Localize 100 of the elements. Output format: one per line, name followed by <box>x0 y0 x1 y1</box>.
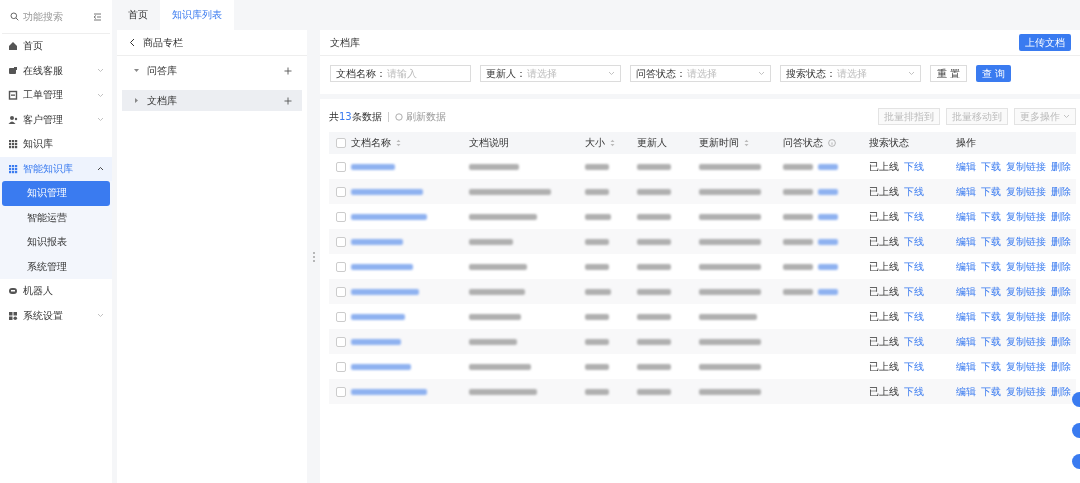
blurred-link[interactable] <box>818 288 838 295</box>
tree-item[interactable]: 文档库 <box>122 90 302 111</box>
sidebar-item[interactable]: 知识库 <box>0 132 112 157</box>
sidebar-item[interactable]: 机器人 <box>0 279 112 304</box>
blurred-link[interactable] <box>351 363 411 370</box>
action-link[interactable]: 删除 <box>1051 184 1071 199</box>
action-link[interactable]: 编辑 <box>956 159 976 174</box>
action-link[interactable]: 复制链接 <box>1006 384 1046 399</box>
action-link[interactable]: 删除 <box>1051 259 1071 274</box>
action-link[interactable]: 下线 <box>904 259 924 274</box>
blurred-link[interactable] <box>351 338 401 345</box>
refresh-link[interactable]: 刷新数据 <box>394 109 446 124</box>
action-link[interactable]: 下载 <box>981 359 1001 374</box>
action-link[interactable]: 删除 <box>1051 309 1071 324</box>
blurred-link[interactable] <box>351 388 427 395</box>
action-link[interactable]: 编辑 <box>956 359 976 374</box>
action-link[interactable]: 下载 <box>981 209 1001 224</box>
sidebar-subitem[interactable]: 知识报表 <box>2 230 110 255</box>
reset-button[interactable]: 重 置 <box>930 65 968 82</box>
sidebar-item[interactable]: 客户管理 <box>0 107 112 132</box>
checkbox[interactable] <box>336 261 346 272</box>
refresh-icon[interactable] <box>394 112 403 121</box>
checkbox[interactable] <box>336 336 346 347</box>
tab[interactable]: 知识库列表 <box>160 0 234 30</box>
action-link[interactable]: 下线 <box>904 184 924 199</box>
sort-icon[interactable] <box>396 139 401 147</box>
action-link[interactable]: 下载 <box>981 309 1001 324</box>
blurred-link[interactable] <box>351 288 419 295</box>
sort-icon[interactable] <box>610 139 615 147</box>
blurred-link[interactable] <box>818 188 838 195</box>
checkbox[interactable] <box>336 211 346 222</box>
action-link[interactable]: 下线 <box>904 209 924 224</box>
blurred-link[interactable] <box>818 163 838 170</box>
action-link[interactable]: 下载 <box>981 184 1001 199</box>
action-link[interactable]: 删除 <box>1051 334 1071 349</box>
tree-item[interactable]: 问答库 <box>122 60 302 81</box>
tab[interactable]: 首页 <box>116 0 160 30</box>
checkbox[interactable] <box>336 286 346 297</box>
action-link[interactable]: 复制链接 <box>1006 234 1046 249</box>
action-link[interactable]: 删除 <box>1051 234 1071 249</box>
blurred-link[interactable] <box>351 163 395 170</box>
action-link[interactable]: 编辑 <box>956 209 976 224</box>
select-field[interactable]: 搜索状态：请选择 <box>780 65 921 82</box>
checkbox[interactable] <box>336 138 346 148</box>
sidebar-subitem[interactable]: 智能运营 <box>2 205 110 230</box>
collapse-menu-icon[interactable] <box>93 12 102 21</box>
sidebar-item[interactable]: 工单管理 <box>0 83 112 108</box>
action-link[interactable]: 编辑 <box>956 334 976 349</box>
input-field[interactable]: 文档名称：请输入 <box>330 65 471 82</box>
action-link[interactable]: 删除 <box>1051 384 1071 399</box>
action-link[interactable]: 下线 <box>904 159 924 174</box>
plus-icon[interactable] <box>284 66 292 75</box>
blurred-link[interactable] <box>351 313 405 320</box>
sidebar-item[interactable]: 系统设置 <box>0 303 112 328</box>
search-field[interactable]: 功能搜索 <box>23 9 89 24</box>
action-link[interactable]: 复制链接 <box>1006 259 1046 274</box>
action-link[interactable]: 删除 <box>1051 209 1071 224</box>
blurred-link[interactable] <box>818 238 838 245</box>
action-link[interactable]: 下载 <box>981 284 1001 299</box>
checkbox[interactable] <box>336 236 346 247</box>
action-link[interactable]: 编辑 <box>956 259 976 274</box>
caret-right-icon[interactable] <box>134 98 139 103</box>
action-link[interactable]: 下载 <box>981 334 1001 349</box>
action-link[interactable]: 复制链接 <box>1006 209 1046 224</box>
action-link[interactable]: 编辑 <box>956 184 976 199</box>
action-link[interactable]: 下线 <box>904 284 924 299</box>
action-link[interactable]: 复制链接 <box>1006 309 1046 324</box>
action-link[interactable]: 下线 <box>904 309 924 324</box>
blurred-link[interactable] <box>351 188 423 195</box>
checkbox[interactable] <box>336 311 346 322</box>
blurred-link[interactable] <box>818 213 838 220</box>
action-link[interactable]: 下线 <box>904 234 924 249</box>
action-link[interactable]: 下载 <box>981 234 1001 249</box>
caret-down-icon[interactable] <box>134 68 139 73</box>
sort-icon[interactable] <box>744 139 749 147</box>
checkbox[interactable] <box>336 386 346 397</box>
resize-handle-icon[interactable] <box>312 251 315 262</box>
sidebar-subitem[interactable]: 系统管理 <box>2 254 110 279</box>
select-field[interactable]: 问答状态：请选择 <box>630 65 771 82</box>
action-link[interactable]: 编辑 <box>956 284 976 299</box>
action-link[interactable]: 删除 <box>1051 159 1071 174</box>
action-link[interactable]: 复制链接 <box>1006 159 1046 174</box>
select-field[interactable]: 更新人：请选择 <box>480 65 621 82</box>
blurred-link[interactable] <box>351 238 403 245</box>
sidebar-subitem[interactable]: 知识管理 <box>2 181 110 206</box>
info-icon[interactable] <box>828 139 836 147</box>
action-link[interactable]: 下载 <box>981 259 1001 274</box>
action-link[interactable]: 下线 <box>904 334 924 349</box>
back-icon[interactable] <box>129 38 135 47</box>
action-link[interactable]: 复制链接 <box>1006 359 1046 374</box>
checkbox[interactable] <box>336 161 346 172</box>
blurred-link[interactable] <box>351 263 413 270</box>
sidebar-item[interactable]: 首页 <box>0 34 112 59</box>
checkbox[interactable] <box>336 361 346 372</box>
action-link[interactable]: 下线 <box>904 359 924 374</box>
plus-icon[interactable] <box>284 96 292 105</box>
action-link[interactable]: 下载 <box>981 159 1001 174</box>
action-link[interactable]: 下载 <box>981 384 1001 399</box>
blurred-link[interactable] <box>818 263 838 270</box>
action-link[interactable]: 删除 <box>1051 284 1071 299</box>
